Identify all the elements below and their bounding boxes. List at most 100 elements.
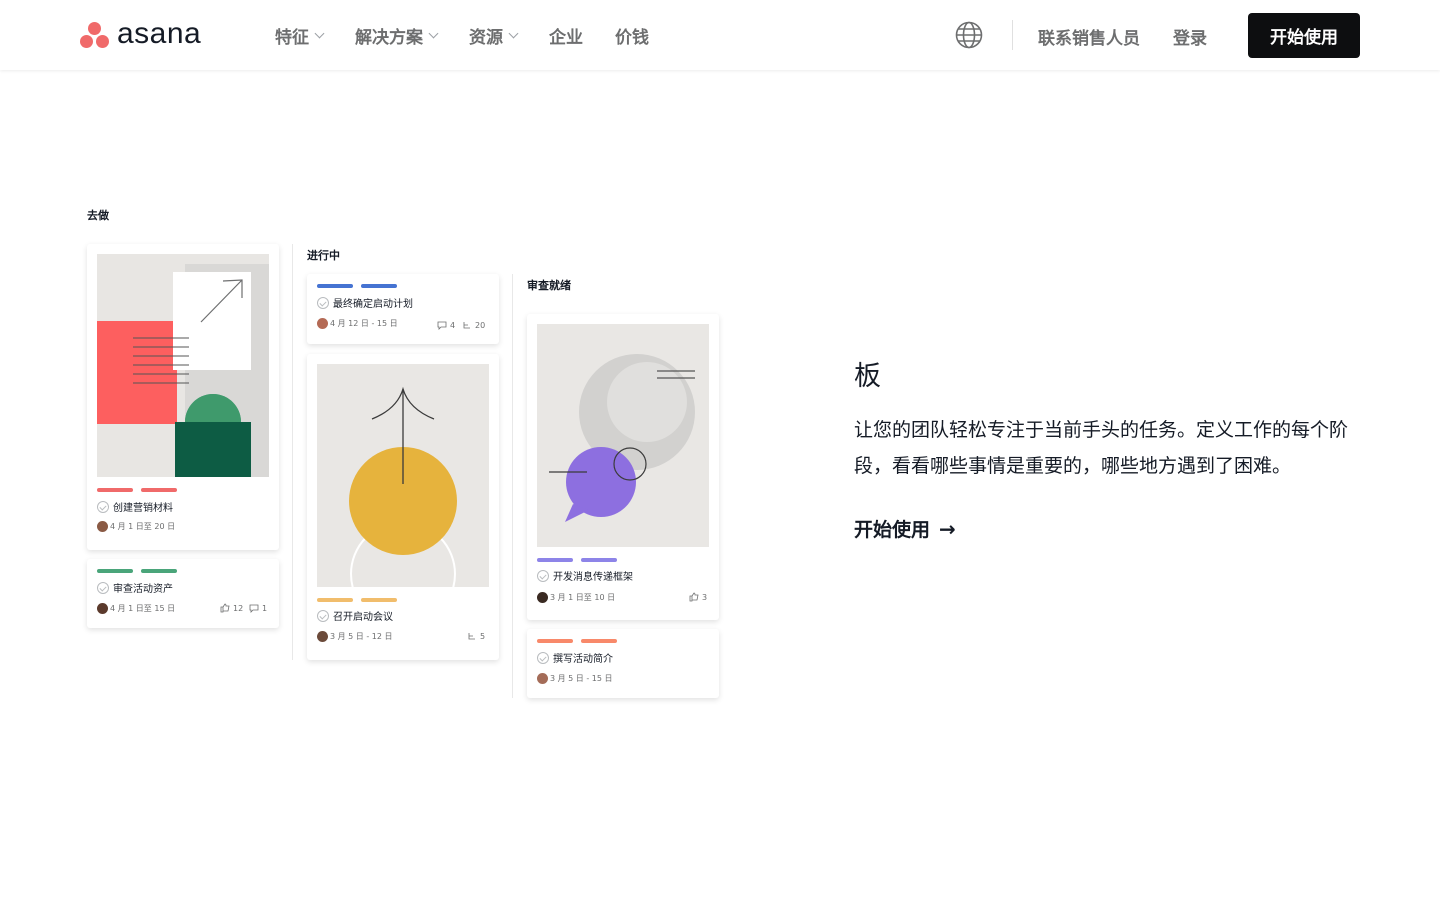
card-artwork-image [537,324,709,547]
globe-icon[interactable] [955,21,983,49]
nav-item-solutions[interactable]: 解决方案 [355,23,439,48]
nav-item-label: 解决方案 [355,27,423,48]
thumbs-up-icon [689,592,699,602]
card-meta: 3 月 5 日 - 12 日 [317,631,393,642]
check-circle-icon [97,500,109,513]
likes-count: 12 [233,603,244,613]
tag [317,284,353,288]
main-nav: 特征 解决方案 资源 企业 价钱 [275,0,681,70]
likes-stat: 3 [689,592,707,602]
logo-wordmark: asana [117,17,202,50]
check-circle-icon [317,609,329,622]
card-task-name: 撰写活动简介 [553,654,613,665]
card-tags [317,284,397,288]
comments-stat: 1 [249,603,267,613]
check-circle-icon [97,581,109,594]
subtask-icon [463,322,470,329]
nav-item-label: 企业 [549,27,583,48]
nav-item-label: 价钱 [615,27,649,48]
card-task-row: 撰写活动简介 [537,650,613,665]
card-meta: 3 月 1 日至 10 日 [537,592,615,603]
column-title: 去做 [87,209,109,222]
card-meta: 4 月 1 日至 15 日 [97,603,175,614]
card-task-row: 开发消息传递框架 [537,568,633,583]
card-dates: 4 月 12 日 - 15 日 [330,319,398,328]
board-card: 审查活动资产 4 月 1 日至 15 日 12 1 [87,559,279,628]
tag [581,639,617,643]
avatar [317,318,328,329]
chevron-down-icon [314,28,325,39]
card-task-name: 召开启动会议 [333,612,393,623]
subtasks-count: 20 [475,320,486,330]
card-artwork-image [317,364,489,587]
card-task-row: 审查活动资产 [97,580,173,595]
nav-item-label: 资源 [469,27,503,48]
board-card: 最终确定启动计划 4 月 12 日 - 15 日 4 20 [307,274,499,344]
card-tags [317,598,397,602]
asana-logo[interactable]: asana [80,17,202,50]
feature-title: 板 [854,361,881,392]
card-task-row: 最终确定启动计划 [317,295,413,310]
card-tags [537,639,617,643]
likes-count: 3 [702,592,708,602]
tag [97,488,133,492]
board-card: 创建营销材料 4 月 1 日至 20 日 [87,244,279,550]
card-tags [97,488,177,492]
tag [537,639,573,643]
get-started-button[interactable]: 开始使用 [1248,13,1360,58]
nav-item-resources[interactable]: 资源 [469,23,519,48]
avatar [97,603,108,614]
card-dates: 3 月 5 日 - 12 日 [330,632,393,641]
tag [317,598,353,602]
nav-item-enterprise[interactable]: 企业 [549,23,583,48]
nav-item-features[interactable]: 特征 [275,23,325,48]
tag [141,569,177,573]
login-link[interactable]: 登录 [1173,24,1207,49]
card-artwork-image [97,254,269,477]
check-circle-icon [317,296,329,309]
board-card: 召开启动会议 3 月 5 日 - 12 日 5 [307,354,499,660]
tag [141,488,177,492]
thumbs-up-icon [220,603,230,613]
subtasks-stat: 20 [462,320,485,330]
subtasks-count: 5 [480,631,486,641]
card-dates: 3 月 1 日至 10 日 [550,593,616,602]
avatar [317,631,328,642]
tag [537,558,573,562]
comments-stat: 4 [437,320,455,330]
card-task-name: 创建营销材料 [113,503,173,514]
contact-sales-link[interactable]: 联系销售人员 [1038,24,1140,49]
likes-stat: 12 [220,603,243,613]
nav-item-label: 特征 [275,27,309,48]
card-meta: 4 月 12 日 - 15 日 [317,318,398,329]
card-meta: 4 月 1 日至 20 日 [97,521,175,532]
nav-item-pricing[interactable]: 价钱 [615,23,649,48]
column-separator [512,274,513,698]
logo-dots-icon [80,21,110,49]
comment-icon [249,604,259,613]
site-header: asana 特征 解决方案 资源 企业 价钱 联系销售人员 登录 开始使用 [0,0,1440,70]
column-separator [292,244,293,660]
board-card: 撰写活动简介 3 月 5 日 - 15 日 [527,629,719,698]
header-divider [1012,20,1013,50]
card-task-name: 开发消息传递框架 [553,572,633,583]
comments-count: 4 [450,320,456,330]
card-task-name: 最终确定启动计划 [333,299,413,310]
card-dates: 3 月 5 日 - 15 日 [550,674,613,683]
comments-count: 1 [262,603,268,613]
chevron-down-icon [428,28,439,39]
card-dates: 4 月 1 日至 20 日 [110,522,176,531]
card-task-name: 审查活动资产 [113,584,173,595]
tag [361,598,397,602]
avatar [537,673,548,684]
feature-get-started-link[interactable]: 开始使用 → [854,515,956,542]
board-card: 开发消息传递框架 3 月 1 日至 10 日 3 [527,314,719,620]
card-dates: 4 月 1 日至 15 日 [110,604,176,613]
card-tags [97,569,177,573]
subtasks-stat: 5 [467,631,485,641]
check-circle-icon [537,569,549,582]
card-tags [537,558,617,562]
card-meta: 3 月 5 日 - 15 日 [537,673,613,684]
avatar [97,521,108,532]
column-title: 审查就绪 [527,279,571,292]
